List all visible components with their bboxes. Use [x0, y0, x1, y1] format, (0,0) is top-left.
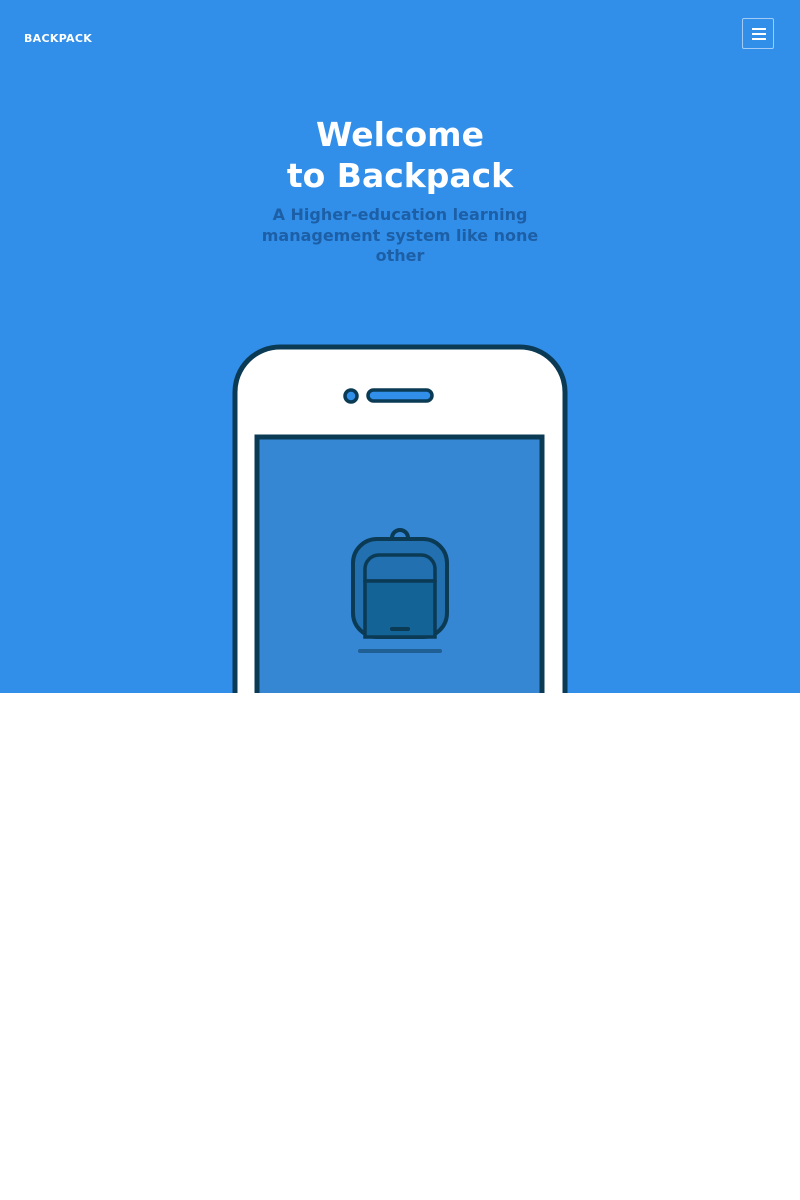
hero-section: BACKPACK Welcome to Backpack A Higher-ed… [0, 0, 800, 693]
backpack-icon [351, 528, 449, 653]
smartphone-illustration [232, 344, 568, 693]
brand-logo[interactable]: BACKPACK [24, 32, 92, 46]
title-line-1: Welcome [316, 115, 484, 154]
menu-button[interactable] [742, 18, 774, 49]
title-line-2: to Backpack [286, 156, 514, 195]
smartphone-icon [232, 344, 568, 693]
hero-subtitle: A Higher-education learning management s… [261, 205, 539, 265]
page-title: Welcome to Backpack [0, 114, 800, 196]
